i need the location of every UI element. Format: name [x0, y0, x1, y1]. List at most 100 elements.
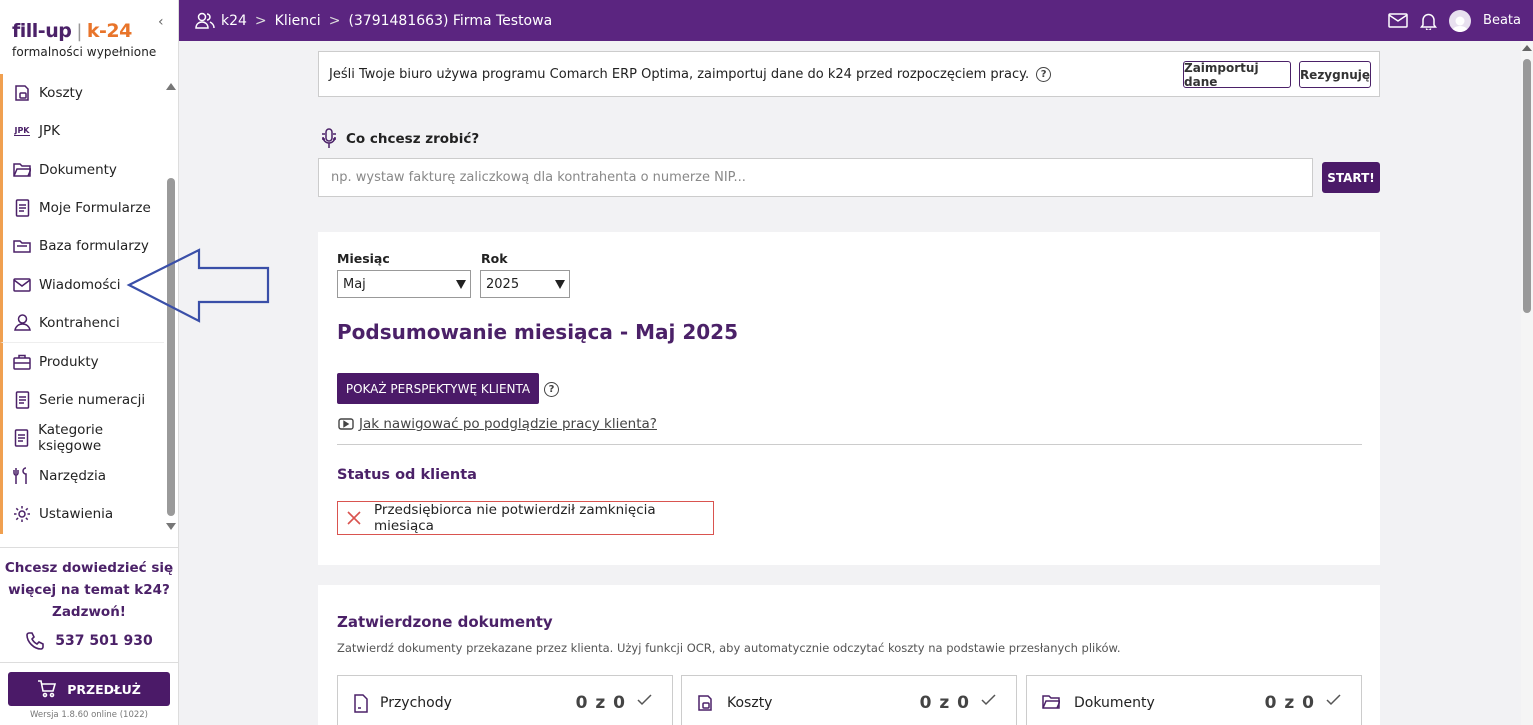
tools-icon	[13, 467, 31, 485]
document-icon	[13, 429, 30, 447]
breadcrumb-klienci[interactable]: Klienci	[275, 13, 321, 29]
logo-separator: |	[76, 21, 82, 42]
page-scrollbar[interactable]	[1521, 41, 1533, 725]
close-icon	[347, 511, 361, 525]
check-icon	[1326, 694, 1341, 706]
sidebar-scroll-thumb[interactable]	[167, 178, 175, 516]
sidebar-item-label: Kontrahenci	[39, 314, 120, 331]
avatar[interactable]	[1449, 9, 1472, 32]
video-icon	[338, 418, 354, 430]
tile-dokumenty[interactable]: Dokumenty 0 z 0	[1026, 675, 1362, 725]
document-icon	[13, 199, 31, 217]
folder-icon	[13, 161, 31, 179]
sidebar-item-serie-numeracji[interactable]: Serie numeracji	[0, 380, 164, 419]
check-icon	[981, 694, 996, 706]
mail-icon[interactable]	[1388, 13, 1408, 28]
version-text: Wersja 1.8.60 online (1022)	[30, 710, 148, 720]
sidebar-item-jpk[interactable]: JPK JPK	[0, 112, 164, 151]
documents-title: Zatwierdzone dokumenty	[337, 613, 553, 631]
scroll-up-arrow-icon[interactable]	[1522, 45, 1532, 51]
sidebar-item-dokumenty[interactable]: Dokumenty	[0, 150, 164, 189]
howto-link[interactable]: Jak nawigować po podglądzie pracy klient…	[338, 416, 657, 432]
show-client-perspective-button[interactable]: POKAŻ PERSPEKTYWĘ KLIENTA	[337, 373, 539, 404]
sidebar-item-kategorie-ksiegowe[interactable]: Kategorie księgowe	[0, 418, 164, 457]
sidebar-item-label: Kategorie księgowe	[38, 421, 104, 454]
topbar-actions: Beata	[1388, 0, 1521, 41]
logo-fill-up: fill-up	[12, 20, 72, 42]
sidebar-item-moje-formularze[interactable]: Moje Formularze	[0, 188, 164, 228]
user-icon	[13, 314, 31, 332]
tile-koszty[interactable]: Koszty 0 z 0	[681, 675, 1017, 725]
year-select[interactable]: 2025	[480, 270, 570, 298]
scroll-up-arrow-icon[interactable]	[166, 83, 176, 90]
sidebar-item-label: Wiadomości	[39, 276, 121, 293]
breadcrumb-chevron-icon: >	[328, 12, 341, 29]
folder-stack-icon	[13, 237, 31, 255]
sidebar-item-narzedzia[interactable]: Narzędzia	[0, 456, 164, 496]
folder-icon	[1042, 694, 1060, 710]
sidebar-item-koszty[interactable]: Koszty	[0, 74, 164, 113]
cart-icon	[37, 680, 57, 698]
sidebar-item-label: Produkty	[39, 353, 99, 370]
extend-area: PRZEDŁUŻ Wersja 1.8.60 online (1022)	[0, 662, 178, 725]
logo[interactable]: fill-up | k-24 formalności wypełnione	[12, 20, 156, 59]
phone-number: 537 501 930	[55, 633, 153, 649]
start-button[interactable]: START!	[1322, 162, 1380, 193]
briefcase-icon	[13, 353, 31, 371]
breadcrumb-chevron-icon: >	[254, 12, 267, 29]
microphone-icon[interactable]	[320, 128, 338, 150]
document-icon	[13, 390, 31, 409]
dropdown-arrow-icon	[555, 280, 565, 289]
promo-box: Chcesz dowiedzieć się więcej na temat k2…	[0, 547, 178, 651]
month-select[interactable]: Maj	[337, 270, 471, 298]
bell-icon[interactable]	[1420, 12, 1438, 30]
divider	[337, 444, 1362, 445]
logo-tagline: formalności wypełnione	[12, 45, 157, 59]
invoice-icon	[353, 694, 369, 713]
documents-description: Zatwierdź dokumenty przekazane przez kli…	[337, 641, 1121, 655]
breadcrumb-client: (3791481663) Firma Testowa	[348, 12, 553, 29]
check-icon	[637, 694, 652, 706]
help-icon[interactable]: ?	[544, 382, 559, 397]
year-label: Rok	[481, 251, 508, 266]
sidebar-item-label: Serie numeracji	[39, 391, 146, 408]
clients-icon	[195, 12, 215, 30]
extend-button[interactable]: PRZEDŁUŻ	[8, 672, 170, 706]
promo-phone[interactable]: 537 501 930	[0, 631, 178, 651]
status-title: Status od klienta	[337, 467, 477, 483]
help-icon[interactable]: ?	[1036, 66, 1052, 82]
sidebar-item-ustawienia[interactable]: Ustawienia	[0, 495, 164, 534]
tile-przychody[interactable]: Przychody 0 z 0	[337, 675, 673, 725]
receipt-icon	[13, 84, 31, 102]
sidebar-item-label: Dokumenty	[39, 161, 117, 178]
sidebar-item-label: Ustawienia	[39, 506, 114, 523]
page-scroll-thumb[interactable]	[1523, 59, 1531, 313]
import-data-button[interactable]: Zaimportuj dane	[1183, 61, 1291, 89]
decline-button[interactable]: Rezygnuję	[1299, 61, 1371, 88]
month-summary-card: Miesiąc Maj Rok 2025 Podsumowanie miesią…	[318, 232, 1380, 565]
annotation-arrow	[126, 248, 272, 324]
sidebar-item-label: JPK	[39, 123, 60, 140]
mail-icon	[13, 276, 31, 294]
sidebar-item-label: Narzędzia	[39, 468, 106, 485]
banner-text: Jeśli Twoje biuro używa programu Comarch…	[329, 66, 1030, 82]
summary-title: Podsumowanie miesiąca - Maj 2025	[337, 320, 739, 344]
gear-icon	[13, 505, 31, 523]
promo-text: Chcesz dowiedzieć się więcej na temat k2…	[4, 560, 174, 620]
receipt-icon	[697, 694, 714, 712]
sidebar-item-produkty[interactable]: Produkty	[0, 342, 164, 381]
dropdown-arrow-icon	[456, 280, 466, 289]
breadcrumb-k24[interactable]: k24	[221, 13, 247, 29]
sidebar: fill-up | k-24 formalności wypełnione ‹ …	[0, 0, 179, 725]
user-name[interactable]: Beata	[1483, 13, 1521, 28]
ask-label: Co chcesz zrobić?	[320, 128, 479, 150]
logo-k24: k-24	[86, 20, 132, 42]
ask-input[interactable]	[318, 158, 1313, 197]
collapse-sidebar-chevron-icon[interactable]: ‹	[158, 14, 164, 30]
phone-icon	[25, 631, 45, 651]
breadcrumb: k24 > Klienci > (3791481663) Firma Testo…	[179, 12, 552, 30]
jpk-icon: JPK	[14, 126, 30, 137]
scroll-down-arrow-icon[interactable]	[166, 523, 176, 530]
approved-documents-card: Zatwierdzone dokumenty Zatwierdź dokumen…	[318, 585, 1380, 725]
topbar: k24 > Klienci > (3791481663) Firma Testo…	[179, 0, 1533, 41]
